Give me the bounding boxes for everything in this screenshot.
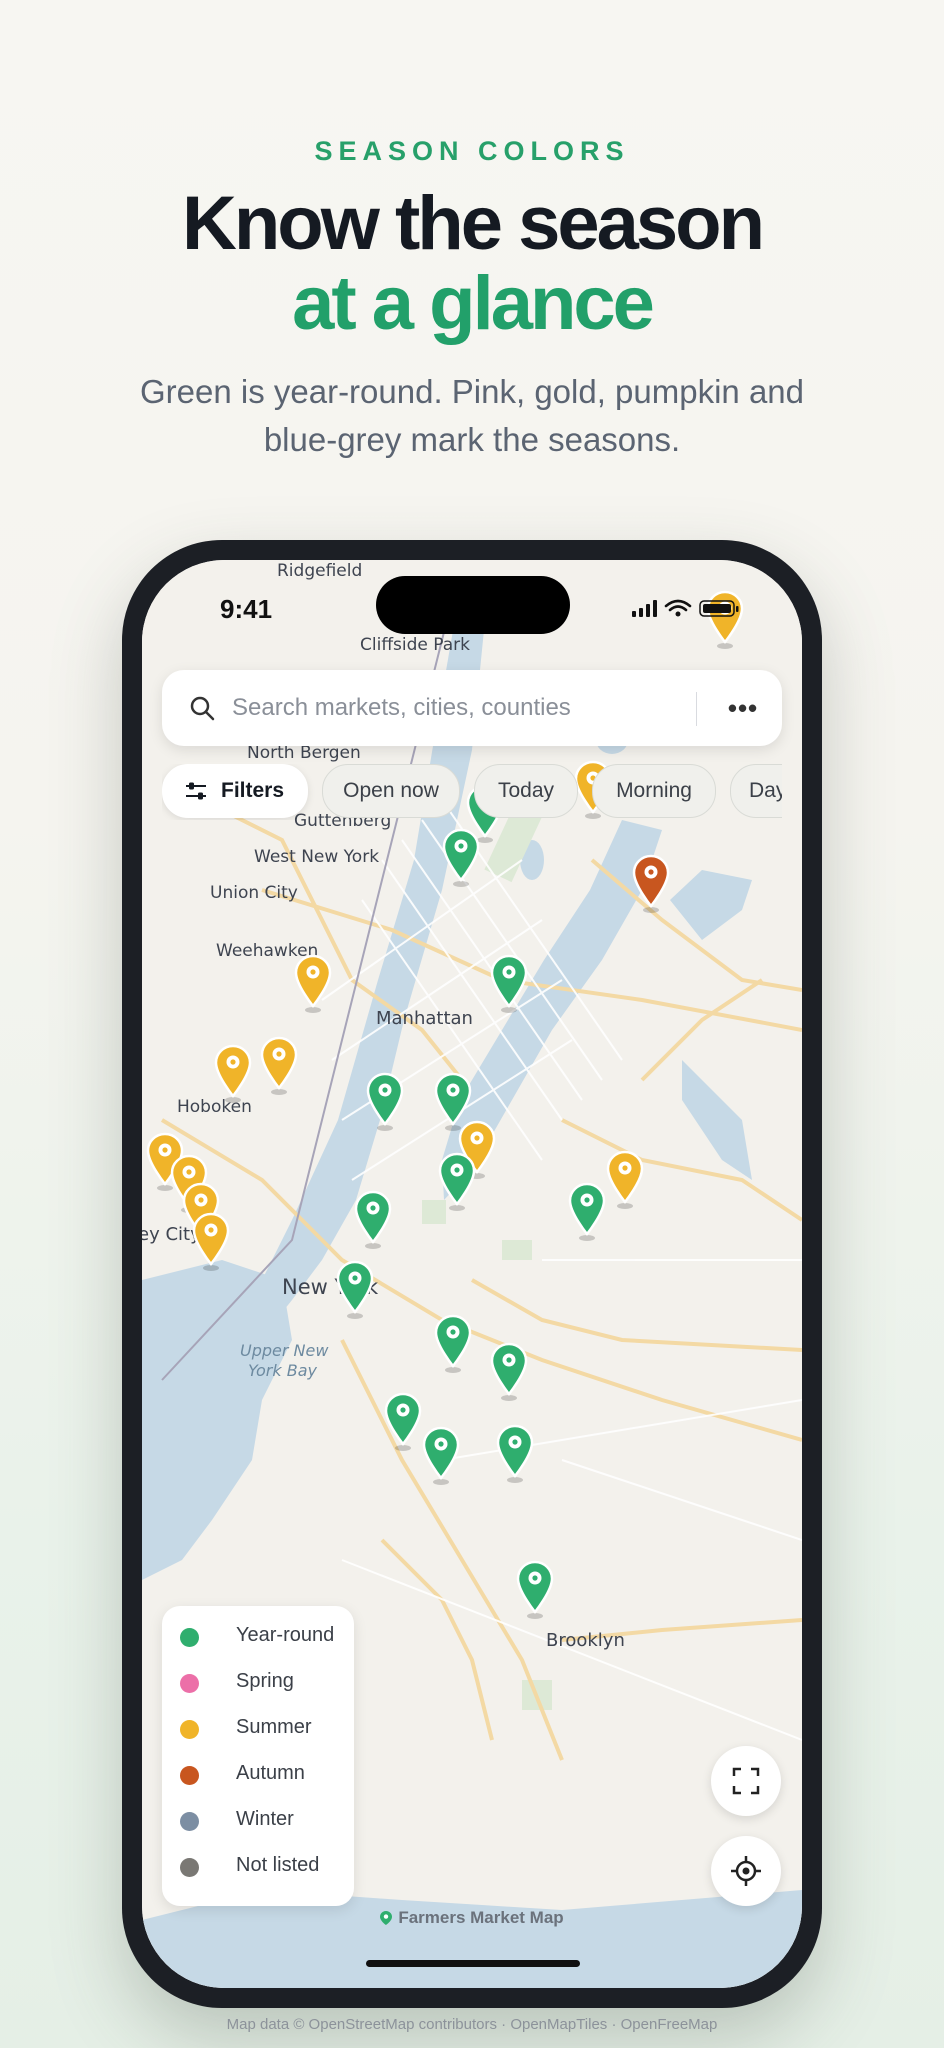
map-label-union-city: Union City: [210, 883, 298, 903]
search-icon: [190, 696, 215, 721]
legend-item-autumn: Autumn: [180, 1760, 350, 1790]
filter-chip-row: Filters Open now Today Morning Day: [162, 764, 782, 820]
fullscreen-button[interactable]: [711, 1746, 781, 1816]
phone-frame: Ridgefield Cliffside Park North Bergen G…: [122, 540, 822, 2008]
legend-item-winter: Winter: [180, 1806, 350, 1836]
map-label-north-bergen: North Bergen: [247, 743, 361, 763]
legend-item-not-listed: Not listed: [180, 1852, 350, 1882]
legend-swatch: [180, 1858, 199, 1877]
locate-me-button[interactable]: [711, 1836, 781, 1906]
headline-line-1: Know the season: [182, 181, 765, 266]
eyebrow-label: SEASON COLORS: [314, 136, 630, 166]
legend-swatch: [180, 1674, 199, 1693]
legend-item-year-round: Year-round: [180, 1622, 350, 1652]
filters-label: Filters: [221, 779, 285, 802]
map-label-ridgefield: Ridgefield: [277, 561, 362, 581]
legend-item-summer: Summer: [180, 1714, 350, 1744]
search-divider: [696, 692, 697, 726]
legend-label: Not listed: [236, 1854, 320, 1876]
map-attribution: Map data © OpenStreetMap contributors · …: [226, 2016, 718, 2033]
legend-swatch: [180, 1720, 199, 1739]
map-label-manhattan: Manhattan: [376, 1008, 473, 1029]
legend-label: Summer: [236, 1716, 312, 1738]
season-legend: Year-round Spring Summer Autumn Winter N…: [162, 1606, 354, 1906]
headline-line-2: at a glance: [292, 261, 655, 346]
legend-swatch: [180, 1766, 199, 1785]
status-icons: [632, 599, 739, 617]
legend-swatch: [180, 1628, 199, 1647]
legend-swatch: [180, 1812, 199, 1831]
signal-icon: [632, 600, 657, 617]
map-label-upper-bay-1: Upper New: [240, 1341, 329, 1360]
search-bar[interactable]: Search markets, cities, counties •••: [162, 670, 782, 746]
chip-day[interactable]: Day: [730, 764, 782, 818]
location-pin-icon: [380, 1911, 393, 1925]
phone-screen: Ridgefield Cliffside Park North Bergen G…: [142, 560, 802, 1988]
chip-morning[interactable]: Morning: [592, 764, 716, 818]
search-input[interactable]: Search markets, cities, counties: [232, 694, 571, 722]
filters-button[interactable]: Filters: [162, 764, 308, 818]
dynamic-island: [376, 576, 570, 634]
crosshair-icon: [731, 1856, 761, 1886]
more-options-button[interactable]: •••: [718, 688, 768, 728]
map-label-jersey-city: ey City: [142, 1224, 201, 1245]
map-label-cliffside-park: Cliffside Park: [360, 635, 470, 655]
brand-name: Farmers Market Map: [398, 1908, 564, 1927]
legend-item-spring: Spring: [180, 1668, 350, 1698]
legend-label: Spring: [236, 1670, 294, 1692]
expand-icon: [732, 1767, 760, 1795]
legend-label: Winter: [236, 1808, 294, 1830]
wifi-icon: [664, 599, 692, 612]
legend-label: Autumn: [236, 1762, 305, 1784]
map-label-upper-bay-2: York Bay: [248, 1361, 318, 1380]
subtitle: Green is year-round. Pink, gold, pumpkin…: [139, 373, 805, 458]
sliders-icon: [186, 782, 206, 800]
battery-icon: [699, 600, 739, 617]
map-label-west-new-york: West New York: [254, 847, 379, 867]
map-label-brooklyn: Brooklyn: [546, 1630, 625, 1651]
home-indicator[interactable]: [366, 1960, 580, 1967]
status-time: 9:41: [220, 594, 273, 624]
legend-label: Year-round: [236, 1624, 335, 1646]
chip-today[interactable]: Today: [474, 764, 578, 818]
brand-label: Farmers Market Map: [142, 1908, 802, 1928]
chip-open-now[interactable]: Open now: [322, 764, 460, 818]
